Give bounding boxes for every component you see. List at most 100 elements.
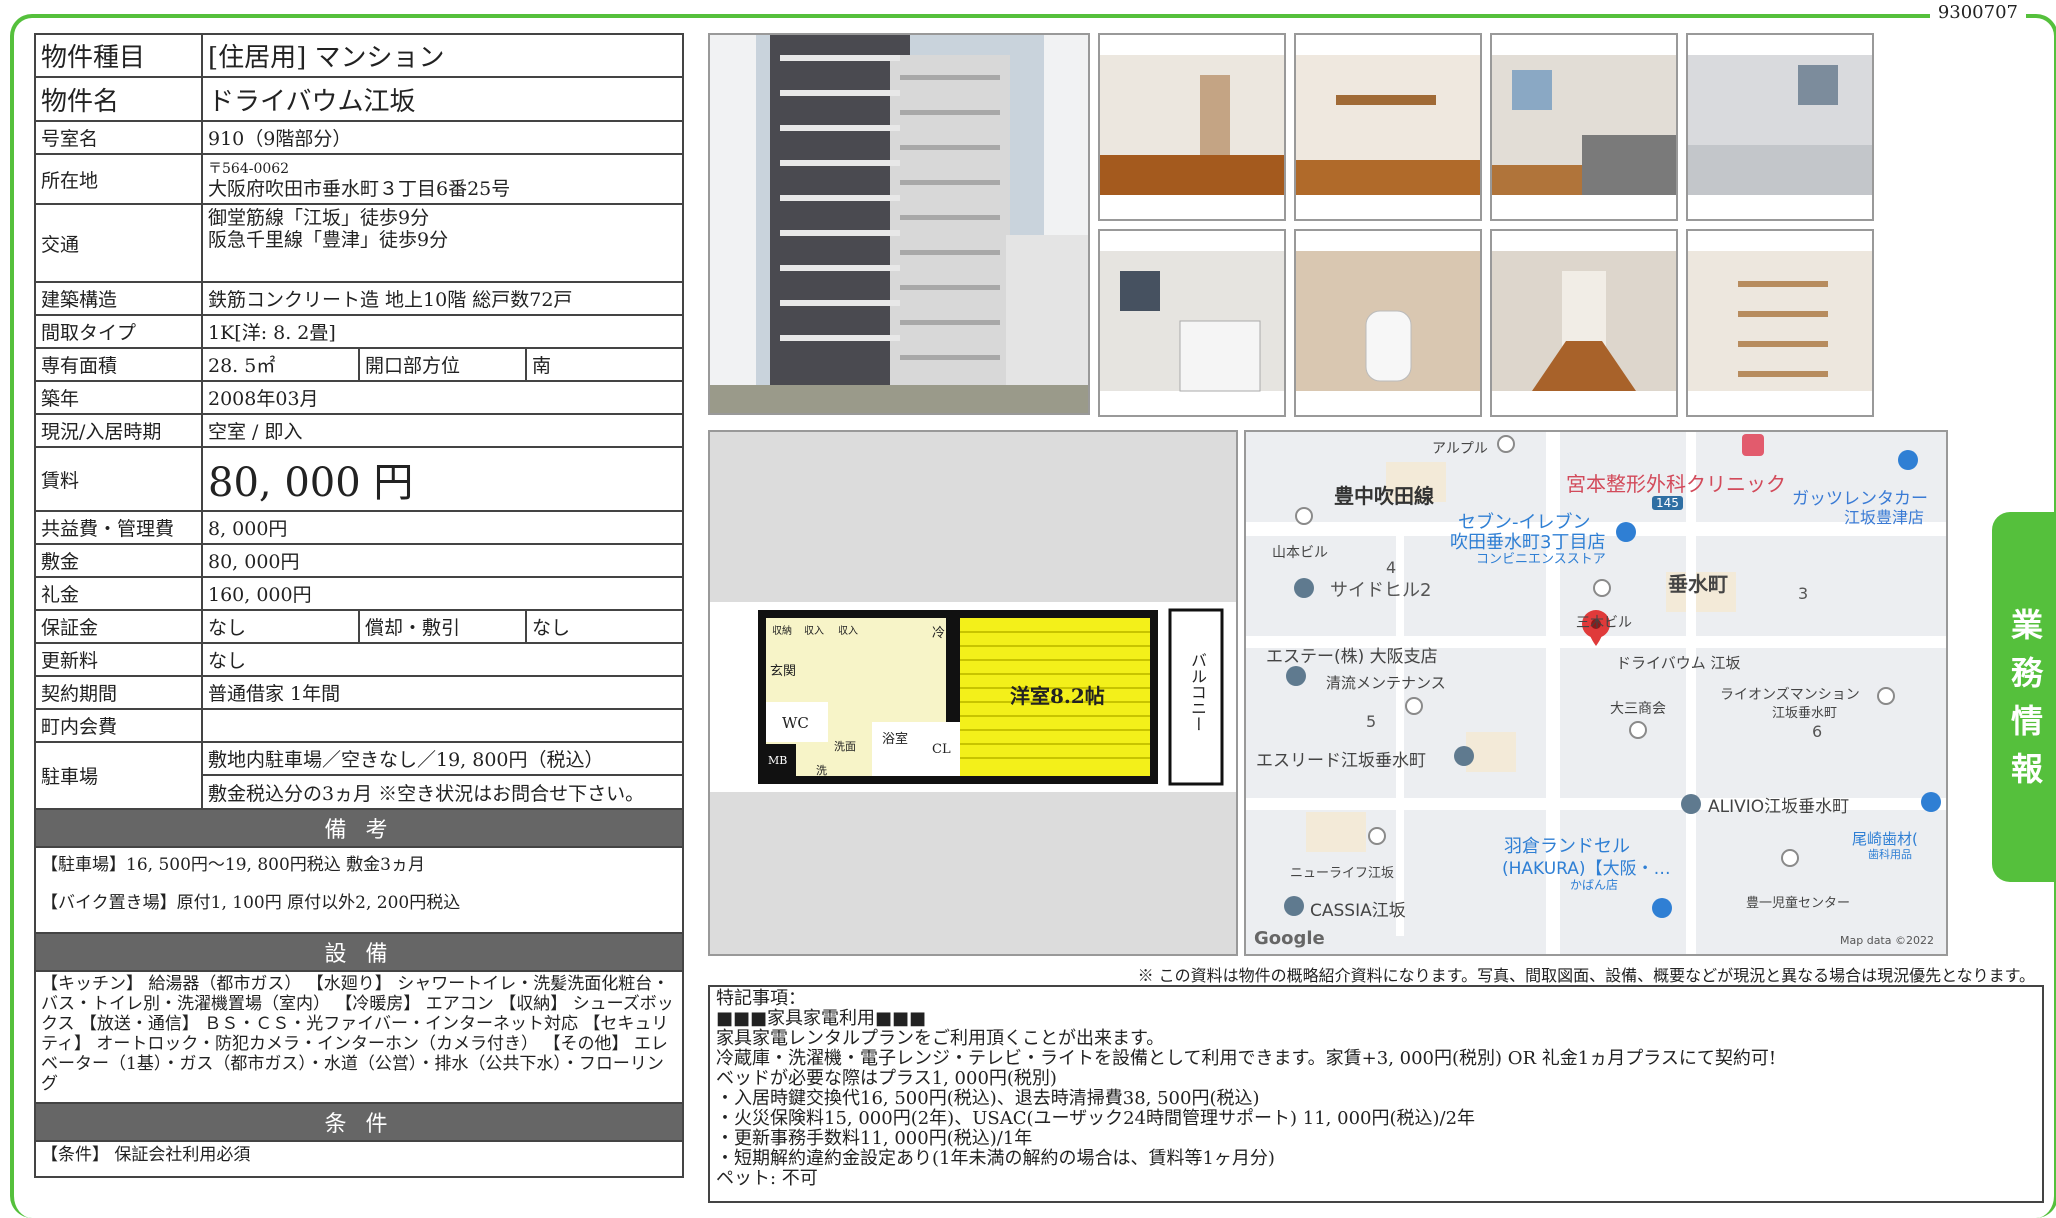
map-label: 清流メンテナンス [1326,674,1446,692]
equipment-header: 設 備 [34,932,684,972]
plan-wash-label: 洗面 [834,740,856,753]
association-label: 町内会費 [34,708,203,743]
plan-shelf-label: 収入 [838,626,858,637]
special-notes-line: ペット: 不可 [716,1168,818,1189]
postal-code: 〒564-0062 [208,161,290,177]
special-notes-line: ・火災保険料15, 000円(2年)、USAC(ユーザック24時間管理サポート)… [716,1108,1476,1129]
area-value: 28. 5㎡ [201,347,360,382]
map-label: 江坂豊津店 [1844,508,1925,527]
map-label: 豊一児童センター [1746,896,1851,911]
renewal-label: 更新料 [34,642,203,677]
name-label: 物件名 [34,76,203,122]
layout-label: 間取タイプ [34,314,203,349]
special-notes-line: ・短期解約違約金設定あり(1年未満の解約の場合は、賃料等1ヶ月分) [716,1148,1275,1169]
built-value: 2008年03月 [201,380,684,415]
business-info-tab[interactable]: 業 務 情 報 [1992,512,2056,882]
plan-room-label: 洋室8.2帖 [1010,684,1105,708]
interior-photo-kitchen[interactable] [1490,33,1678,221]
interior-photo-washbasin[interactable] [1098,229,1286,417]
map-label: アルプル [1432,441,1488,457]
map-label: エスリード江坂垂水町 [1256,751,1426,771]
plan-shelf-label: 収入 [804,626,824,637]
room-label: 号室名 [34,120,203,155]
equipment-text: 【キッチン】 給湯器（都市ガス） 【水廻り】 シャワートイレ・洗髪洗面化粧台・バ… [34,970,684,1104]
plan-washer-label: 洗 [816,764,827,777]
structure-value: 鉄筋コンクリート造 地上10階 総戸数72戸 [201,281,684,316]
building-photo[interactable] [708,33,1090,415]
plan-mb-label: MB [768,754,788,767]
type-value: [住居用] マンション [201,33,684,78]
special-notes-title: 特記事項： [716,988,806,1009]
map-label: サイドヒル2 [1330,580,1432,601]
plan-fridge-label: 冷 [932,626,946,641]
conditions-header: 条 件 [34,1102,684,1142]
status-label: 現況/入居時期 [34,413,203,448]
transport-label: 交通 [34,203,203,283]
orientation-label: 開口部方位 [358,347,527,382]
special-notes-line: ・入居時鍵交換代16, 500円(税込)、退去時清掃費38, 500円(税込) [716,1088,1260,1109]
transport-line: 阪急千里線「豊津」徒歩9分 [208,229,449,251]
interior-photo-storage[interactable] [1294,33,1482,221]
map-label: ライオンズマンション [1720,687,1860,703]
association-value [201,708,684,743]
map-pin-label[interactable]: ドライバウム 江坂 [1616,652,1740,673]
plan-bath-label: 浴室 [882,732,909,747]
map-label: CASSIA江坂 [1310,901,1406,921]
name-value: ドライバウム江坂 [201,76,684,122]
keymoney-value: 160, 000円 [201,576,684,611]
map-label: ニューライフ江坂 [1290,866,1395,881]
special-notes-line: 冷蔵庫・洗濯機・電子レンジ・テレビ・ライトを設備として利用できます。家賃+3, … [716,1048,1777,1069]
map-label: 大三商会 [1610,701,1666,717]
parking-note: 敷金税込分の3ヵ月 ※空き状況はお問合せ下さい。 [201,774,684,810]
contract-label: 契約期間 [34,675,203,710]
document-number: 9300707 [1929,2,2026,23]
interior-photo-closet[interactable] [1098,33,1286,221]
keymoney-label: 礼金 [34,576,203,611]
built-label: 築年 [34,380,203,415]
interior-photo-hallway[interactable] [1490,229,1678,417]
side-tab-char: 業 [2010,606,2043,644]
remarks-line: 【バイク置き場】原付1, 100円 原付以外2, 200円税込 [41,893,461,913]
amortization-value: なし [525,609,684,644]
map-label: 宮本整形外科クリニック [1566,472,1786,496]
map-label: ALIVIO江坂垂水町 [1708,797,1850,817]
interior-photo-bathroom[interactable] [1686,33,1874,221]
side-tab-char: 情 [2010,702,2043,740]
map-label: 三木ビル [1576,615,1632,631]
map-label: エステー(株) 大阪支店 [1266,647,1438,667]
map-label: 3 [1798,584,1809,603]
side-tab-char: 報 [2010,750,2043,788]
map-label: 6 [1812,722,1823,741]
structure-label: 建築構造 [34,281,203,316]
type-label: 物件種目 [34,33,203,78]
parking-value: 敷地内駐車場／空きなし／19, 800円（税込） [201,741,684,776]
interior-photo-toilet[interactable] [1294,229,1482,417]
rent-label: 賃料 [34,446,203,512]
special-notes-line: ■■■家具家電利用■■■ [716,1008,927,1029]
location-map[interactable]: アルプル 豊中吹田線 宮本整形外科クリニック ガッツレンタカー 江坂豊津店 14… [1244,430,1948,956]
disclaimer-note: ※ この資料は物件の概略紹介資料になります。写真、間取図面、設備、概要などが現況… [1137,966,2035,985]
special-notes-line: ・更新事務手数料11, 000円(税込)/1年 [716,1128,1033,1149]
parking-label: 駐車場 [34,741,203,810]
special-notes-box: 特記事項： ■■■家具家電利用■■■ 家具家電レンタルプランをご利用頂くことが出… [708,985,2044,1203]
side-tab-char: 務 [2010,654,2043,692]
guarantee-value: なし [201,609,360,644]
amortization-label: 償却・敷引 [358,609,527,644]
plan-entrance-label: 玄関 [770,664,797,679]
transport-line: 御堂筋線「江坂」徒歩9分 [208,207,430,229]
room-value: 910（9階部分） [201,120,684,155]
google-logo: Google [1254,928,1325,949]
layout-value: 1K[洋: 8. 2畳] [201,314,684,349]
property-info-table: 物件種目 [住居用] マンション 物件名 ドライバウム江坂 号室名 910（9階… [34,33,684,1178]
rent-value: 80, 000 円 [201,446,684,512]
fee-value: 8, 000円 [201,510,684,545]
map-label: 歯科用品 [1868,848,1912,861]
map-label: 垂水町 [1668,572,1728,596]
map-label: 4 [1386,558,1397,577]
interior-photo-shelf[interactable] [1686,229,1874,417]
plan-shelf-label: 収納 [772,626,792,637]
contract-value: 普通借家 1年間 [201,675,684,710]
conditions-text: 【条件】 保証会社利用必須 [34,1140,684,1178]
map-label: 5 [1366,712,1377,731]
floor-plan[interactable]: 洋室8.2帖 バルコニー 玄関 WC MB 浴室 CL 冷 洗面 洗 収納 収入… [708,430,1238,956]
